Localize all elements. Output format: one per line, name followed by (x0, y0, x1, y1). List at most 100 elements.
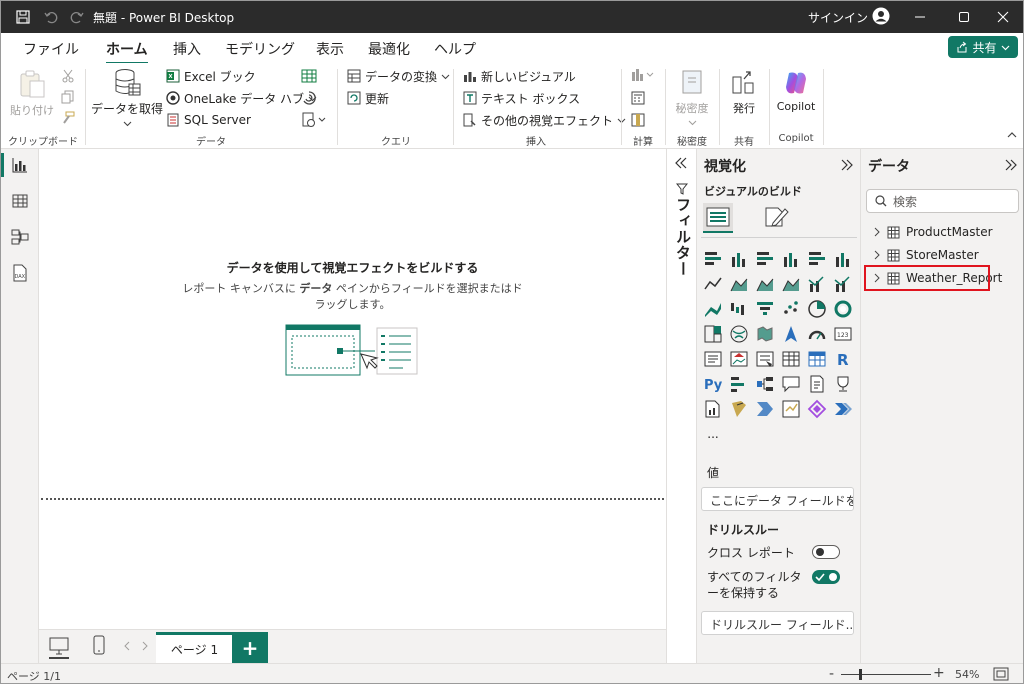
hbar3-visual-icon[interactable] (807, 249, 827, 269)
area-visual-icon[interactable] (729, 274, 749, 294)
minimize-button[interactable] (898, 1, 942, 33)
more-visuals-button[interactable]: その他の視覚エフェクト (463, 111, 626, 129)
build-visual-tab[interactable] (703, 203, 733, 233)
ribbon-visual-icon[interactable] (703, 299, 723, 319)
combo2-visual-icon[interactable] (833, 274, 853, 294)
dax-query-view-icon[interactable]: DAX (11, 264, 29, 282)
publish-button[interactable]: 発行 (723, 69, 765, 116)
cut-icon[interactable] (61, 69, 75, 86)
tab-help[interactable]: ヘルプ (434, 39, 476, 59)
transform-data-button[interactable]: データの変換 (347, 67, 450, 85)
chevrons-visual-icon[interactable] (833, 399, 853, 419)
scatter-visual-icon[interactable] (781, 299, 801, 319)
values-well[interactable]: ここにデータ フィールドを... (701, 487, 854, 511)
col2-visual-icon[interactable] (781, 249, 801, 269)
maximize-button[interactable] (942, 1, 986, 33)
tab-optimize[interactable]: 最適化 (368, 39, 410, 59)
col-visual-icon[interactable] (729, 249, 749, 269)
table-item[interactable]: ProductMaster (873, 222, 993, 242)
Py-visual-icon[interactable]: Py (703, 374, 723, 394)
paste-button[interactable]: 貼り付け (9, 69, 55, 118)
powerapps-visual-icon[interactable] (729, 399, 749, 419)
sensitivity-button[interactable]: 秘密度 (669, 69, 715, 130)
model-view-icon[interactable] (11, 228, 29, 246)
report-view-icon[interactable] (11, 156, 29, 174)
col3-visual-icon[interactable] (833, 249, 853, 269)
report-canvas[interactable]: データを使用して視覚エフェクトをビルドする レポート キャンバスに データ ペイ… (39, 149, 666, 629)
area3-visual-icon[interactable] (781, 274, 801, 294)
slicer-visual-icon[interactable] (755, 349, 775, 369)
next-page-icon[interactable] (141, 640, 149, 654)
redo-icon[interactable] (69, 9, 85, 25)
excel-button[interactable]: Excel ブック (166, 67, 256, 85)
recent-sources-icon[interactable] (301, 90, 317, 109)
cross-report-toggle[interactable] (812, 545, 840, 559)
kpi-visual-icon[interactable] (729, 349, 749, 369)
tab-view[interactable]: 表示 (316, 39, 344, 59)
hbar-visual-icon[interactable] (703, 249, 723, 269)
collapse-right-icon[interactable] (841, 159, 853, 174)
filter-icon[interactable] (675, 183, 689, 198)
paginated-visual-icon[interactable] (703, 399, 723, 419)
table-visual-icon[interactable] (781, 349, 801, 369)
share-button[interactable]: 共有 (948, 36, 1018, 58)
fit-to-page-icon[interactable] (993, 667, 1009, 683)
matrix-visual-icon[interactable] (807, 349, 827, 369)
filledmap-visual-icon[interactable] (755, 324, 775, 344)
drillthrough-well[interactable]: ドリルスルー フィールド... (701, 611, 854, 635)
keyinf-visual-icon[interactable] (729, 374, 749, 394)
area2-visual-icon[interactable] (755, 274, 775, 294)
recent-sources-dropdown-icon[interactable] (301, 112, 327, 131)
funnel-visual-icon[interactable] (755, 299, 775, 319)
collapse-ribbon-icon[interactable] (1007, 129, 1017, 143)
filter-pane-label[interactable]: フィルター (673, 197, 694, 277)
copilot-button[interactable]: Copilot (773, 69, 819, 113)
keep-filters-toggle[interactable] (812, 570, 840, 584)
undo-icon[interactable] (43, 9, 59, 25)
pie-visual-icon[interactable] (807, 299, 827, 319)
decomp-visual-icon[interactable] (755, 374, 775, 394)
save-icon[interactable] (15, 9, 31, 25)
new-column-icon[interactable] (631, 113, 645, 130)
onelake-button[interactable]: OneLake データ ハブ (166, 89, 317, 107)
new-measure-icon[interactable] (631, 68, 655, 85)
R-visual-icon[interactable]: R (833, 349, 853, 369)
desktop-layout-icon[interactable] (49, 637, 69, 659)
prev-page-icon[interactable] (123, 640, 131, 654)
card-visual-icon[interactable]: 123 (833, 324, 853, 344)
zoom-slider-thumb[interactable] (859, 669, 862, 680)
table-item[interactable]: StoreMaster (873, 245, 979, 265)
line-visual-icon[interactable] (703, 274, 723, 294)
trophy-visual-icon[interactable] (833, 374, 853, 394)
get-data-button[interactable]: データを取得 (91, 67, 163, 131)
narrative-visual-icon[interactable] (807, 374, 827, 394)
collapse-left-icon[interactable] (675, 157, 687, 172)
dataverse-icon[interactable] (301, 68, 317, 87)
collapse-data-pane-icon[interactable] (1005, 159, 1017, 174)
zoom-in-button[interactable]: + (933, 665, 945, 681)
waterfall-visual-icon[interactable] (729, 299, 749, 319)
copy-icon[interactable] (61, 90, 75, 107)
donut-visual-icon[interactable] (833, 299, 853, 319)
combo-visual-icon[interactable] (807, 274, 827, 294)
more-visuals-ellipsis[interactable]: ... (703, 424, 723, 444)
map-visual-icon[interactable] (729, 324, 749, 344)
sql-server-button[interactable]: SQL Server (166, 111, 251, 129)
metrics-visual-icon[interactable] (781, 399, 801, 419)
quick-measure-icon[interactable] (631, 91, 645, 108)
text-box-button[interactable]: テキスト ボックス (463, 89, 580, 107)
signin-link[interactable]: サインイン (808, 9, 868, 26)
close-button[interactable] (981, 1, 1023, 33)
arrow-visual-icon[interactable] (781, 324, 801, 344)
tab-home[interactable]: ホーム (106, 39, 148, 65)
hbar2-visual-icon[interactable] (755, 249, 775, 269)
page-tab-1[interactable]: ページ 1 (156, 632, 233, 664)
diamond-visual-icon[interactable] (807, 399, 827, 419)
tab-insert[interactable]: 挿入 (173, 39, 201, 59)
refresh-button[interactable]: 更新 (347, 89, 389, 107)
data-search-input[interactable]: 検索 (866, 189, 1019, 213)
tab-modeling[interactable]: モデリング (225, 39, 295, 59)
format-painter-icon[interactable] (61, 111, 75, 128)
mobile-layout-icon[interactable] (93, 635, 105, 658)
zoom-out-button[interactable]: - (829, 666, 834, 682)
